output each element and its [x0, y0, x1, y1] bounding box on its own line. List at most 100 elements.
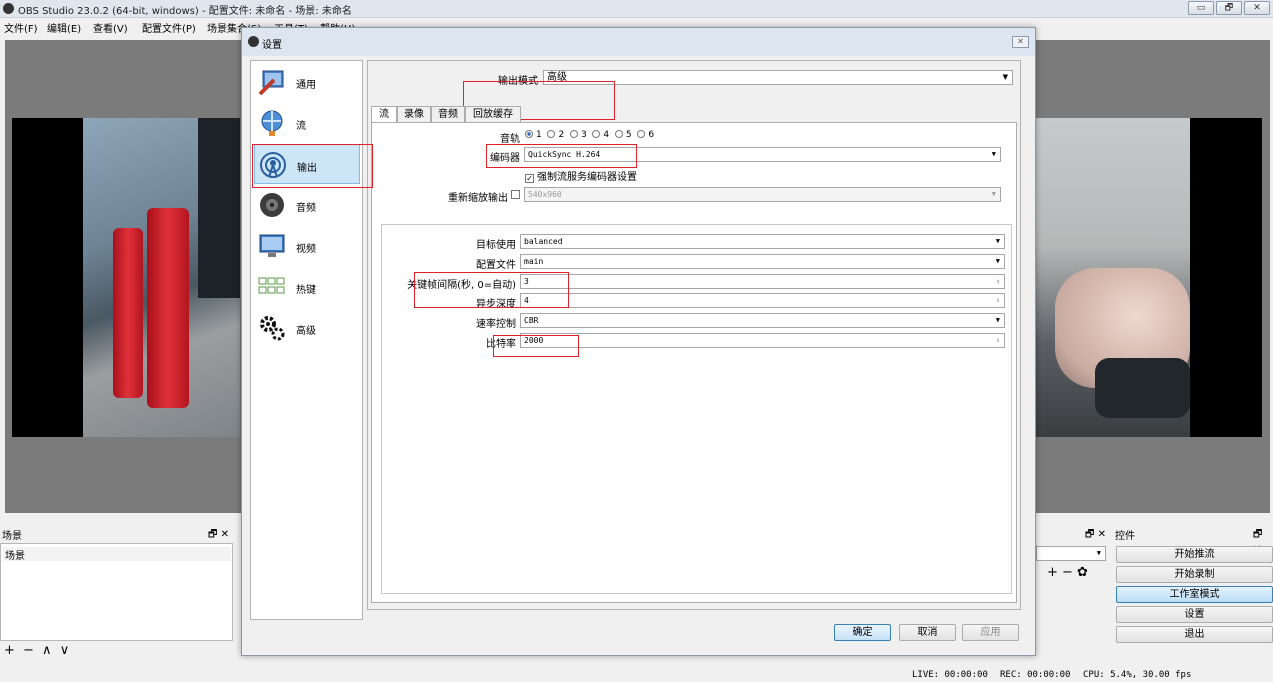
- mixer-dock-controls[interactable]: 🗗 ✕: [1085, 527, 1106, 544]
- hotkeys-icon: [258, 277, 285, 294]
- rescale-checkbox[interactable]: [511, 190, 520, 199]
- nav-label-hotkeys: 热键: [296, 285, 316, 296]
- nav-item-video[interactable]: 视频: [254, 226, 360, 266]
- spinner-icon[interactable]: ⇕: [996, 334, 1000, 347]
- track-radio-5[interactable]: 5: [614, 130, 632, 140]
- window-title: OBS Studio 23.0.2 (64-bit, windows) - 配置…: [18, 6, 352, 17]
- track-radio-6[interactable]: 6: [637, 130, 654, 140]
- enforce-encoder-label: 强制流服务编码器设置: [537, 172, 637, 183]
- stream-tab-pane: 音轨 1 2 3 4 5 6 编码器 QuickSync H.264 ▼ ✓ 强制…: [371, 122, 1017, 603]
- nav-label-general: 通用: [296, 80, 316, 91]
- obs-logo-icon: [248, 36, 259, 47]
- spinner-icon[interactable]: ⇕: [996, 294, 1000, 307]
- nav-label-advanced: 高级: [296, 326, 316, 337]
- stream-icon: [261, 110, 283, 136]
- settings-title-bar: 设置 ✕: [242, 28, 1035, 56]
- target-usage-label: 目标使用: [476, 240, 516, 251]
- profile-select[interactable]: main ▼: [520, 254, 1005, 269]
- track-radio-2[interactable]: 2: [547, 130, 564, 140]
- rescale-label: 重新缩放输出: [448, 193, 508, 204]
- async-depth-input[interactable]: 4 ⇕: [520, 293, 1005, 308]
- transition-tools[interactable]: + − ✿: [1047, 565, 1088, 580]
- track-radio-1[interactable]: 1: [525, 130, 542, 140]
- audio-track-radios: 1 2 3 4 5 6: [525, 130, 654, 140]
- title-bar: OBS Studio 23.0.2 (64-bit, windows) - 配置…: [0, 0, 1273, 18]
- transition-select[interactable]: ▼: [1036, 546, 1106, 561]
- obs-logo-icon: [3, 3, 14, 14]
- scenes-list[interactable]: 场景: [0, 543, 233, 641]
- target-usage-select[interactable]: balanced ▼: [520, 234, 1005, 249]
- enforce-encoder-checkbox[interactable]: ✓ 强制流服务编码器设置: [525, 168, 637, 183]
- rate-control-label: 速率控制: [476, 319, 516, 330]
- rec-timer: REC: 00:00:00: [1000, 670, 1071, 680]
- audio-icon: [260, 193, 284, 217]
- tab-replay-buffer[interactable]: 回放缓存: [465, 106, 521, 123]
- checkbox-checked-icon: ✓: [525, 174, 534, 183]
- nav-label-video: 视频: [296, 244, 316, 255]
- close-button[interactable]: ✕: [1244, 1, 1270, 15]
- chevron-down-icon: ▼: [991, 150, 996, 158]
- chevron-down-icon: ▼: [1096, 549, 1101, 557]
- nav-label-audio: 音频: [296, 203, 316, 214]
- menu-edit[interactable]: 编辑(E): [47, 20, 81, 35]
- ok-button[interactable]: 确定: [834, 624, 891, 641]
- profile-value: main: [524, 257, 544, 266]
- camera-preview-right: [1035, 118, 1262, 437]
- cpu-fps: CPU: 5.4%, 30.00 fps: [1083, 670, 1192, 680]
- chevron-down-icon: ▼: [995, 257, 1000, 265]
- rate-control-select[interactable]: CBR ▼: [520, 313, 1005, 328]
- nav-label-stream: 流: [296, 121, 306, 132]
- rate-control-value: CBR: [524, 316, 539, 325]
- settings-content: 输出模式 高级 ▼ 流 录像 音频 回放缓存 音轨 1 2 3 4 5 6 编码…: [367, 60, 1021, 610]
- bitrate-input[interactable]: 2000 ⇕: [520, 333, 1005, 348]
- minimize-button[interactable]: ▭: [1188, 1, 1214, 15]
- settings-button[interactable]: 设置: [1116, 606, 1273, 623]
- profile-label: 配置文件: [476, 260, 516, 271]
- chevron-down-icon: ▼: [995, 237, 1000, 245]
- tab-recording[interactable]: 录像: [397, 106, 431, 123]
- settings-dialog: 设置 ✕ 通用 流 输出 音频 视频 热键 高级 输出模式 高级 ▼ 流 录像 …: [241, 27, 1036, 656]
- exit-button[interactable]: 退出: [1116, 626, 1273, 643]
- chevron-down-icon: ▼: [991, 190, 996, 198]
- settings-title: 设置: [262, 40, 282, 51]
- cancel-button[interactable]: 取消: [899, 624, 956, 641]
- keyframe-interval-input[interactable]: 3 ⇕: [520, 274, 1005, 289]
- nav-item-advanced[interactable]: 高级: [254, 308, 360, 348]
- rescale-select: 540x960 ▼: [524, 187, 1001, 202]
- chevron-down-icon: ▼: [995, 316, 1000, 324]
- chevron-down-icon: ▼: [1002, 73, 1008, 81]
- nav-item-general[interactable]: 通用: [254, 62, 360, 102]
- maximize-button[interactable]: 🗗: [1216, 1, 1242, 15]
- track-radio-3[interactable]: 3: [569, 130, 587, 140]
- start-stream-button[interactable]: 开始推流: [1116, 546, 1273, 563]
- highlight-bitrate: [493, 335, 579, 357]
- target-usage-value: balanced: [524, 237, 563, 246]
- start-record-button[interactable]: 开始录制: [1116, 566, 1273, 583]
- track-radio-4[interactable]: 4: [592, 130, 609, 140]
- scenes-dock-title: 场景: [2, 531, 22, 542]
- highlight-encoder: [486, 144, 637, 168]
- scene-item[interactable]: 场景: [3, 547, 231, 562]
- nav-item-audio[interactable]: 音频: [254, 185, 360, 225]
- highlight-output-nav: [252, 144, 373, 188]
- menu-file[interactable]: 文件(F): [4, 20, 38, 35]
- menu-view[interactable]: 查看(V): [93, 20, 128, 35]
- audio-track-label: 音轨: [500, 134, 520, 145]
- studio-mode-button[interactable]: 工作室模式: [1116, 586, 1273, 603]
- tab-audio[interactable]: 音频: [431, 106, 465, 123]
- general-icon: [258, 70, 284, 96]
- settings-close-button[interactable]: ✕: [1012, 36, 1029, 48]
- status-bar: LIVE: 00:00:00 REC: 00:00:00 CPU: 5.4%, …: [0, 667, 1273, 682]
- scenes-dock-controls[interactable]: 🗗 ✕: [208, 527, 229, 544]
- camera-preview-left: [12, 118, 240, 437]
- nav-item-stream[interactable]: 流: [254, 103, 360, 143]
- controls-dock-title: 控件: [1115, 531, 1135, 542]
- scene-list-tools[interactable]: + − ∧ ∨: [4, 643, 71, 658]
- camera-image-left: [83, 118, 240, 437]
- apply-button[interactable]: 应用: [962, 624, 1019, 641]
- spinner-icon[interactable]: ⇕: [996, 275, 1000, 288]
- camera-image-right: [1035, 118, 1190, 437]
- encoder-settings-group: 目标使用 balanced ▼ 配置文件 main ▼ 关键帧间隔(秒, 0=自…: [381, 224, 1012, 594]
- menu-profile[interactable]: 配置文件(P): [142, 20, 196, 35]
- nav-item-hotkeys[interactable]: 热键: [254, 267, 360, 307]
